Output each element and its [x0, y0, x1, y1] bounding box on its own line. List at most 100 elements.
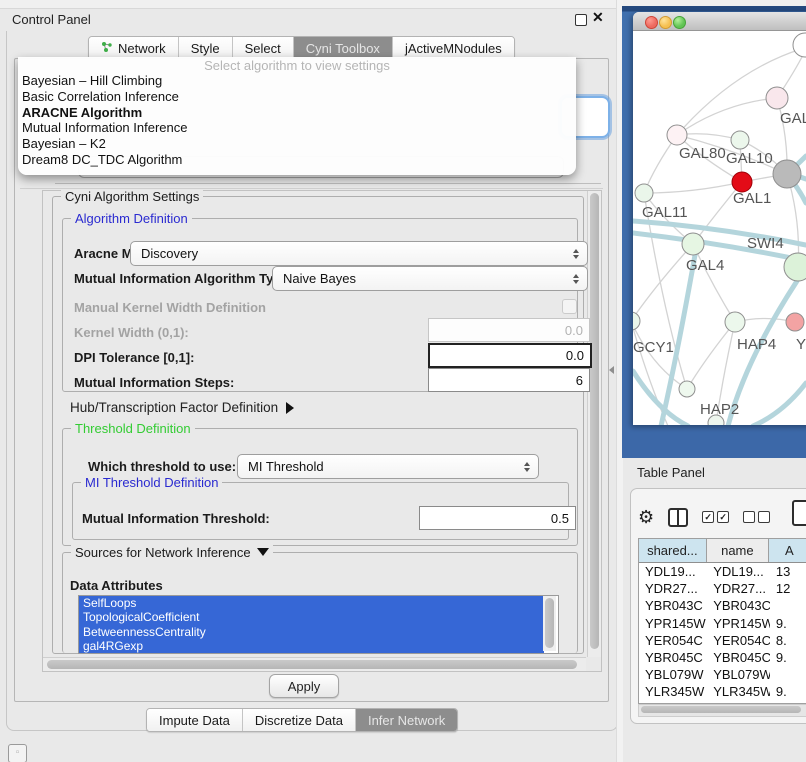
select-all-checkboxes-icon[interactable]: ✓✓: [702, 511, 729, 523]
table-cell: YBL079W: [707, 666, 770, 683]
data-attributes-list[interactable]: SelfLoopsTopologicalCoefficientBetweenne…: [78, 595, 559, 654]
apply-button[interactable]: Apply: [269, 674, 339, 698]
table-row[interactable]: YPR145WYPR145W9.: [639, 615, 806, 632]
table-cell: YDL19...: [639, 563, 707, 580]
table-row[interactable]: YLR345WYLR345W9.: [639, 683, 806, 700]
spinner-arrows-icon: [573, 249, 579, 259]
network-node-gal[interactable]: [766, 87, 788, 109]
network-node-gal10[interactable]: [731, 131, 749, 149]
new-table-icon[interactable]: [792, 500, 806, 526]
network-node-gal11[interactable]: [635, 184, 653, 202]
subtab-infer-network[interactable]: Infer Network: [356, 709, 457, 731]
which-threshold-select[interactable]: MI Threshold: [237, 454, 539, 479]
dpi-tolerance-label: DPI Tolerance [0,1]:: [74, 350, 194, 365]
manual-kernel-checkbox[interactable]: [562, 299, 577, 314]
network-edge[interactable]: [693, 244, 735, 322]
network-node-hap4[interactable]: [725, 312, 745, 332]
tab-style[interactable]: Style: [179, 37, 233, 59]
tab-jactivemnodules[interactable]: jActiveMNodules: [393, 37, 514, 59]
mi-steps-field[interactable]: 6: [428, 368, 590, 392]
table-horizontal-scrollbar[interactable]: [638, 704, 806, 717]
table-cell: [770, 597, 806, 614]
network-canvas[interactable]: GALGAL80GAL10GAL1GAL11SWI4GAL4GCY1HAP4YH…: [633, 31, 806, 425]
mi-threshold-field[interactable]: 0.5: [419, 506, 576, 530]
column-header-shared[interactable]: shared...: [639, 539, 707, 562]
algorithm-option[interactable]: Bayesian – Hill Climbing: [18, 73, 576, 89]
column-header-name[interactable]: name: [707, 539, 769, 562]
network-edge[interactable]: [677, 98, 777, 135]
node-table: shared...nameA YDL19...YDL19...13YDR27..…: [638, 538, 806, 704]
network-edge[interactable]: [753, 383, 806, 425]
tab-label: Cyni Toolbox: [306, 41, 380, 56]
horizontal-scrollbar-thumb[interactable]: [47, 660, 577, 669]
panel-fragment-line: [20, 188, 603, 189]
algorithm-option[interactable]: Basic Correlation Inference: [18, 89, 576, 105]
attributes-list-scrollbar[interactable]: [543, 596, 556, 651]
table-cell: YLR345W: [639, 683, 707, 700]
table-scrollbar-thumb[interactable]: [641, 706, 801, 713]
attribute-item[interactable]: gal4RGexp: [79, 639, 544, 653]
kernel-width-label: Kernel Width (0,1):: [74, 325, 189, 340]
splitter-collapse-icon[interactable]: [609, 366, 614, 374]
table-row[interactable]: YBR045CYBR045C9.: [639, 649, 806, 666]
network-node-gal1[interactable]: [732, 172, 752, 192]
float-panel-icon[interactable]: [575, 14, 587, 26]
hub-definition-toggle[interactable]: Hub/Transcription Factor Definition: [70, 400, 294, 415]
dpi-tolerance-field[interactable]: 0.0: [428, 343, 592, 368]
vertical-scrollbar[interactable]: [587, 191, 601, 657]
deselect-all-checkboxes-icon[interactable]: [743, 511, 770, 523]
network-window-titlebar[interactable]: [633, 12, 806, 31]
gear-icon[interactable]: ⚙: [638, 508, 654, 526]
vertical-scrollbar-thumb[interactable]: [590, 193, 599, 649]
network-node[interactable]: [793, 33, 806, 57]
sources-group-title[interactable]: Sources for Network Inference: [71, 545, 273, 560]
close-panel-icon[interactable]: ✕: [592, 9, 604, 26]
network-node-y[interactable]: [786, 313, 804, 331]
horizontal-scrollbar[interactable]: [43, 657, 586, 671]
tab-cyni-toolbox[interactable]: Cyni Toolbox: [294, 37, 393, 59]
table-row[interactable]: YDR27...YDR27...12: [639, 580, 806, 597]
table-row[interactable]: YDL19...YDL19...13: [639, 563, 806, 580]
spinner-arrows-icon: [573, 274, 579, 284]
algorithm-option[interactable]: ARACNE Algorithm: [18, 105, 576, 121]
manual-kernel-label: Manual Kernel Width Definition: [74, 300, 266, 315]
cyni-mode-tabbar: Impute Data Discretize DataInfer Network: [146, 708, 458, 732]
minimize-window-icon[interactable]: [659, 16, 672, 29]
aracne-mode-value: Discovery: [141, 246, 198, 261]
mi-type-label: Mutual Information Algorithm Type:: [74, 271, 293, 286]
network-node-hap2[interactable]: [679, 381, 695, 397]
table-row[interactable]: YBL079WYBL079W: [639, 666, 806, 683]
network-node-gal4[interactable]: [682, 233, 704, 255]
mi-type-select[interactable]: Naive Bayes: [272, 266, 588, 291]
close-window-icon[interactable]: [645, 16, 658, 29]
subtab-label: Impute Data: [159, 713, 230, 728]
attributes-scrollbar-thumb[interactable]: [545, 598, 554, 648]
network-node-gal80[interactable]: [667, 125, 687, 145]
network-node-gcy1[interactable]: [633, 312, 640, 330]
column-header-A[interactable]: A: [769, 539, 806, 562]
table-row[interactable]: YBR043CYBR043C: [639, 597, 806, 614]
attribute-item[interactable]: BetweennessCentrality: [79, 625, 544, 639]
data-attributes-label: Data Attributes: [70, 578, 163, 593]
table-row[interactable]: YER054CYER054C8.: [639, 632, 806, 649]
table-cell: YDL19...: [707, 563, 770, 580]
subtab-impute-data[interactable]: Impute Data: [147, 709, 243, 731]
attribute-item[interactable]: TopologicalCoefficient: [79, 610, 544, 624]
algorithm-option[interactable]: Dream8 DC_TDC Algorithm: [18, 152, 576, 168]
mini-panel-button[interactable]: ▫: [8, 744, 27, 762]
network-edge[interactable]: [644, 182, 742, 193]
network-node[interactable]: [773, 160, 801, 188]
kernel-width-field[interactable]: 0.0: [428, 318, 590, 342]
algorithm-option[interactable]: Mutual Information Inference: [18, 120, 576, 136]
aracne-mode-select[interactable]: Discovery: [130, 241, 588, 266]
table-cell: YPR145W: [639, 615, 707, 632]
columns-icon[interactable]: [668, 508, 688, 527]
attribute-item[interactable]: SelfLoops: [79, 596, 544, 610]
tab-network[interactable]: Network: [89, 37, 179, 59]
zoom-window-icon[interactable]: [673, 16, 686, 29]
table-cell: YER054C: [639, 632, 707, 649]
subtab-discretize-data[interactable]: Discretize Data: [243, 709, 356, 731]
tab-select[interactable]: Select: [233, 37, 294, 59]
mi-threshold-group-title: MI Threshold Definition: [81, 475, 222, 490]
algorithm-option[interactable]: Bayesian – K2: [18, 136, 576, 152]
